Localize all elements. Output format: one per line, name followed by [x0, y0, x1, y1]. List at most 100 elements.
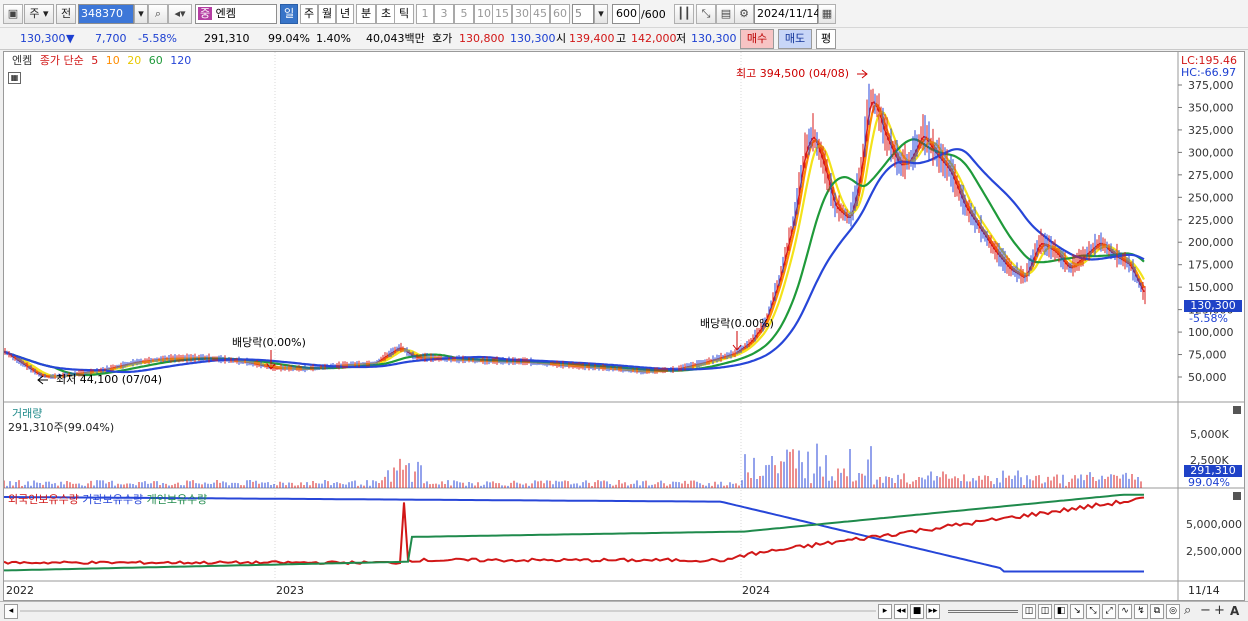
legend-ma60[interactable]: 60 [149, 54, 163, 67]
drawing-tool-icon[interactable]: ⤡ [696, 4, 716, 24]
period-second[interactable]: 초 [376, 4, 396, 24]
price-legend: 엔켐 종가 단순 5 10 20 60 120 [12, 52, 195, 67]
interval-3[interactable]: 3 [434, 4, 454, 24]
toolbar: ▣ 주 ▾ 전 348370 ▾ ⌕ ◂▾ 중 엔켐 일 주 월 년 분 초 틱… [0, 0, 1248, 28]
count-input[interactable]: 600 [612, 4, 640, 24]
tool-icon-2[interactable]: ◫ [1038, 604, 1052, 619]
tool-icon-9[interactable]: ⧉ [1150, 604, 1164, 619]
tool-icon-3[interactable]: ◧ [1054, 604, 1068, 619]
zoom-search-icon[interactable]: ⌕ [1184, 603, 1191, 618]
bid-price: 130,300 [510, 32, 556, 45]
period-day[interactable]: 일 [280, 4, 298, 24]
interval-60[interactable]: 60 [550, 4, 570, 24]
code-dropdown-icon[interactable]: ▾ [134, 4, 148, 24]
vol-last-pct: 99.04% [1188, 476, 1230, 489]
volume-close-icon [1233, 406, 1241, 414]
chart-area[interactable]: 375,000 350,000 325,000 300,000 275,000 250,0… [3, 51, 1245, 601]
stock-type-select[interactable]: 주 ▾ [24, 4, 54, 24]
legend-ma5[interactable]: 5 [91, 54, 98, 67]
tool-icon-7[interactable]: ∿ [1118, 604, 1132, 619]
interval-input[interactable]: 5 [572, 4, 594, 24]
period-year[interactable]: 년 [336, 4, 354, 24]
turnover-rate: 1.40% [316, 32, 351, 45]
stock-code-input[interactable]: 348370 [78, 4, 134, 24]
stock-name: 엔켐 [215, 7, 236, 20]
tool-icon-4[interactable]: ↘ [1070, 604, 1084, 619]
stop-icon[interactable]: ■ [910, 604, 924, 619]
zoom-slider[interactable] [948, 610, 1018, 613]
prev-button[interactable]: 전 [56, 4, 76, 24]
chart-canvas[interactable]: 375,000 350,000 325,000 300,000 275,000 250,0… [3, 52, 1244, 600]
tool-icon-10[interactable]: ◎ [1166, 604, 1180, 619]
price-tick-label: 225,000 [1188, 214, 1234, 227]
price-tick-label: 250,000 [1188, 191, 1234, 204]
interval-45[interactable]: 45 [530, 4, 550, 24]
save-icon[interactable]: ▤ [716, 4, 736, 24]
change-value: 7,700 [95, 32, 127, 45]
calendar-icon[interactable]: ▦ [818, 4, 836, 24]
current-price: 130,300 [20, 32, 66, 45]
sound-icon[interactable]: ◂▾ [168, 4, 192, 24]
candle-type-icon[interactable]: ┃┃ [674, 4, 694, 24]
scroll-track[interactable] [20, 610, 876, 612]
table-toggle-icon[interactable]: ▦ [8, 72, 21, 84]
sell-button[interactable]: 매도 [778, 29, 812, 49]
market-badge: 중 [198, 7, 213, 20]
price-tick-label: 175,000 [1188, 259, 1234, 272]
legend-ma120[interactable]: 120 [170, 54, 191, 67]
gear-icon[interactable]: ⚙ [734, 4, 754, 24]
eval-button[interactable]: 평 [816, 29, 836, 49]
price-tick-label: 300,000 [1188, 146, 1234, 159]
volume: 291,310 [204, 32, 250, 45]
price-tick-label: 325,000 [1188, 124, 1234, 137]
rewind-icon[interactable]: ◂◂ [894, 604, 908, 619]
legend-foreign: 외국인보유수량 [8, 493, 79, 506]
interval-30[interactable]: 30 [512, 4, 532, 24]
price-tick-label: 50,000 [1188, 371, 1227, 384]
buy-button[interactable]: 매수 [740, 29, 774, 49]
legend-institution: 기관보유수량 [82, 493, 144, 506]
tool-icon-8[interactable]: ↯ [1134, 604, 1148, 619]
zoom-in-icon[interactable]: + [1214, 603, 1225, 618]
trade-amount: 40,043백만 [366, 32, 425, 45]
date-input[interactable]: 2024/11/14 [754, 4, 820, 24]
period-minute[interactable]: 분 [356, 4, 376, 24]
holding-legend: 외국인보유수량 기관보유수량 개인보유수량 [8, 491, 207, 507]
status-bar: ◂ ▸ ◂◂ ■ ▸▸ ◫ ◫ ◧ ↘ ⤡ ⤢ ∿ ↯ ⧉ ◎ ⌕ − + A [0, 601, 1248, 621]
price-tick-label: 275,000 [1188, 169, 1234, 182]
period-week[interactable]: 주 [300, 4, 318, 24]
legend-ma10[interactable]: 10 [106, 54, 120, 67]
interval-dropdown-icon[interactable]: ▾ [594, 4, 608, 24]
open-price: 139,400 [569, 32, 615, 45]
price-panel-bg [4, 52, 1178, 402]
tool-icon-6[interactable]: ⤢ [1102, 604, 1116, 619]
scroll-right-icon[interactable]: ▸ [878, 604, 892, 619]
stock-name-field[interactable]: 중 엔켐 [195, 4, 277, 24]
interval-15[interactable]: 15 [492, 4, 512, 24]
zoom-out-icon[interactable]: − [1200, 603, 1211, 618]
period-tick[interactable]: 틱 [394, 4, 414, 24]
x-label-end: 11/14 [1188, 584, 1220, 597]
interval-5[interactable]: 5 [454, 4, 474, 24]
hold-tick-2_5m: 2,500,000 [1186, 545, 1242, 558]
price-tick-label: 100,000 [1188, 326, 1234, 339]
ask-price: 130,800 [459, 32, 505, 45]
fast-forward-icon[interactable]: ▸▸ [926, 604, 940, 619]
price-tick-label: 350,000 [1188, 101, 1234, 114]
tool-icon-1[interactable]: ◫ [1022, 604, 1036, 619]
low-annotation: 최저 44,100 (07/04) [56, 373, 162, 386]
interval-10[interactable]: 10 [474, 4, 494, 24]
x-label-2022: 2022 [6, 584, 34, 597]
interval-1[interactable]: 1 [416, 4, 434, 24]
tool-icon-5[interactable]: ⤡ [1086, 604, 1100, 619]
high-annotation: 최고 394,500 (04/08) [736, 67, 849, 80]
scroll-left-icon[interactable]: ◂ [4, 604, 18, 619]
search-icon[interactable]: ⌕ [148, 4, 168, 24]
volume-bars [3, 443, 1142, 488]
legend-ma20[interactable]: 20 [127, 54, 141, 67]
window-layout-icon[interactable]: ▣ [3, 4, 23, 24]
price-tick-label: 200,000 [1188, 236, 1234, 249]
auto-scale-icon[interactable]: A [1230, 604, 1239, 618]
high-label: 고 [616, 32, 627, 45]
period-month[interactable]: 월 [318, 4, 336, 24]
